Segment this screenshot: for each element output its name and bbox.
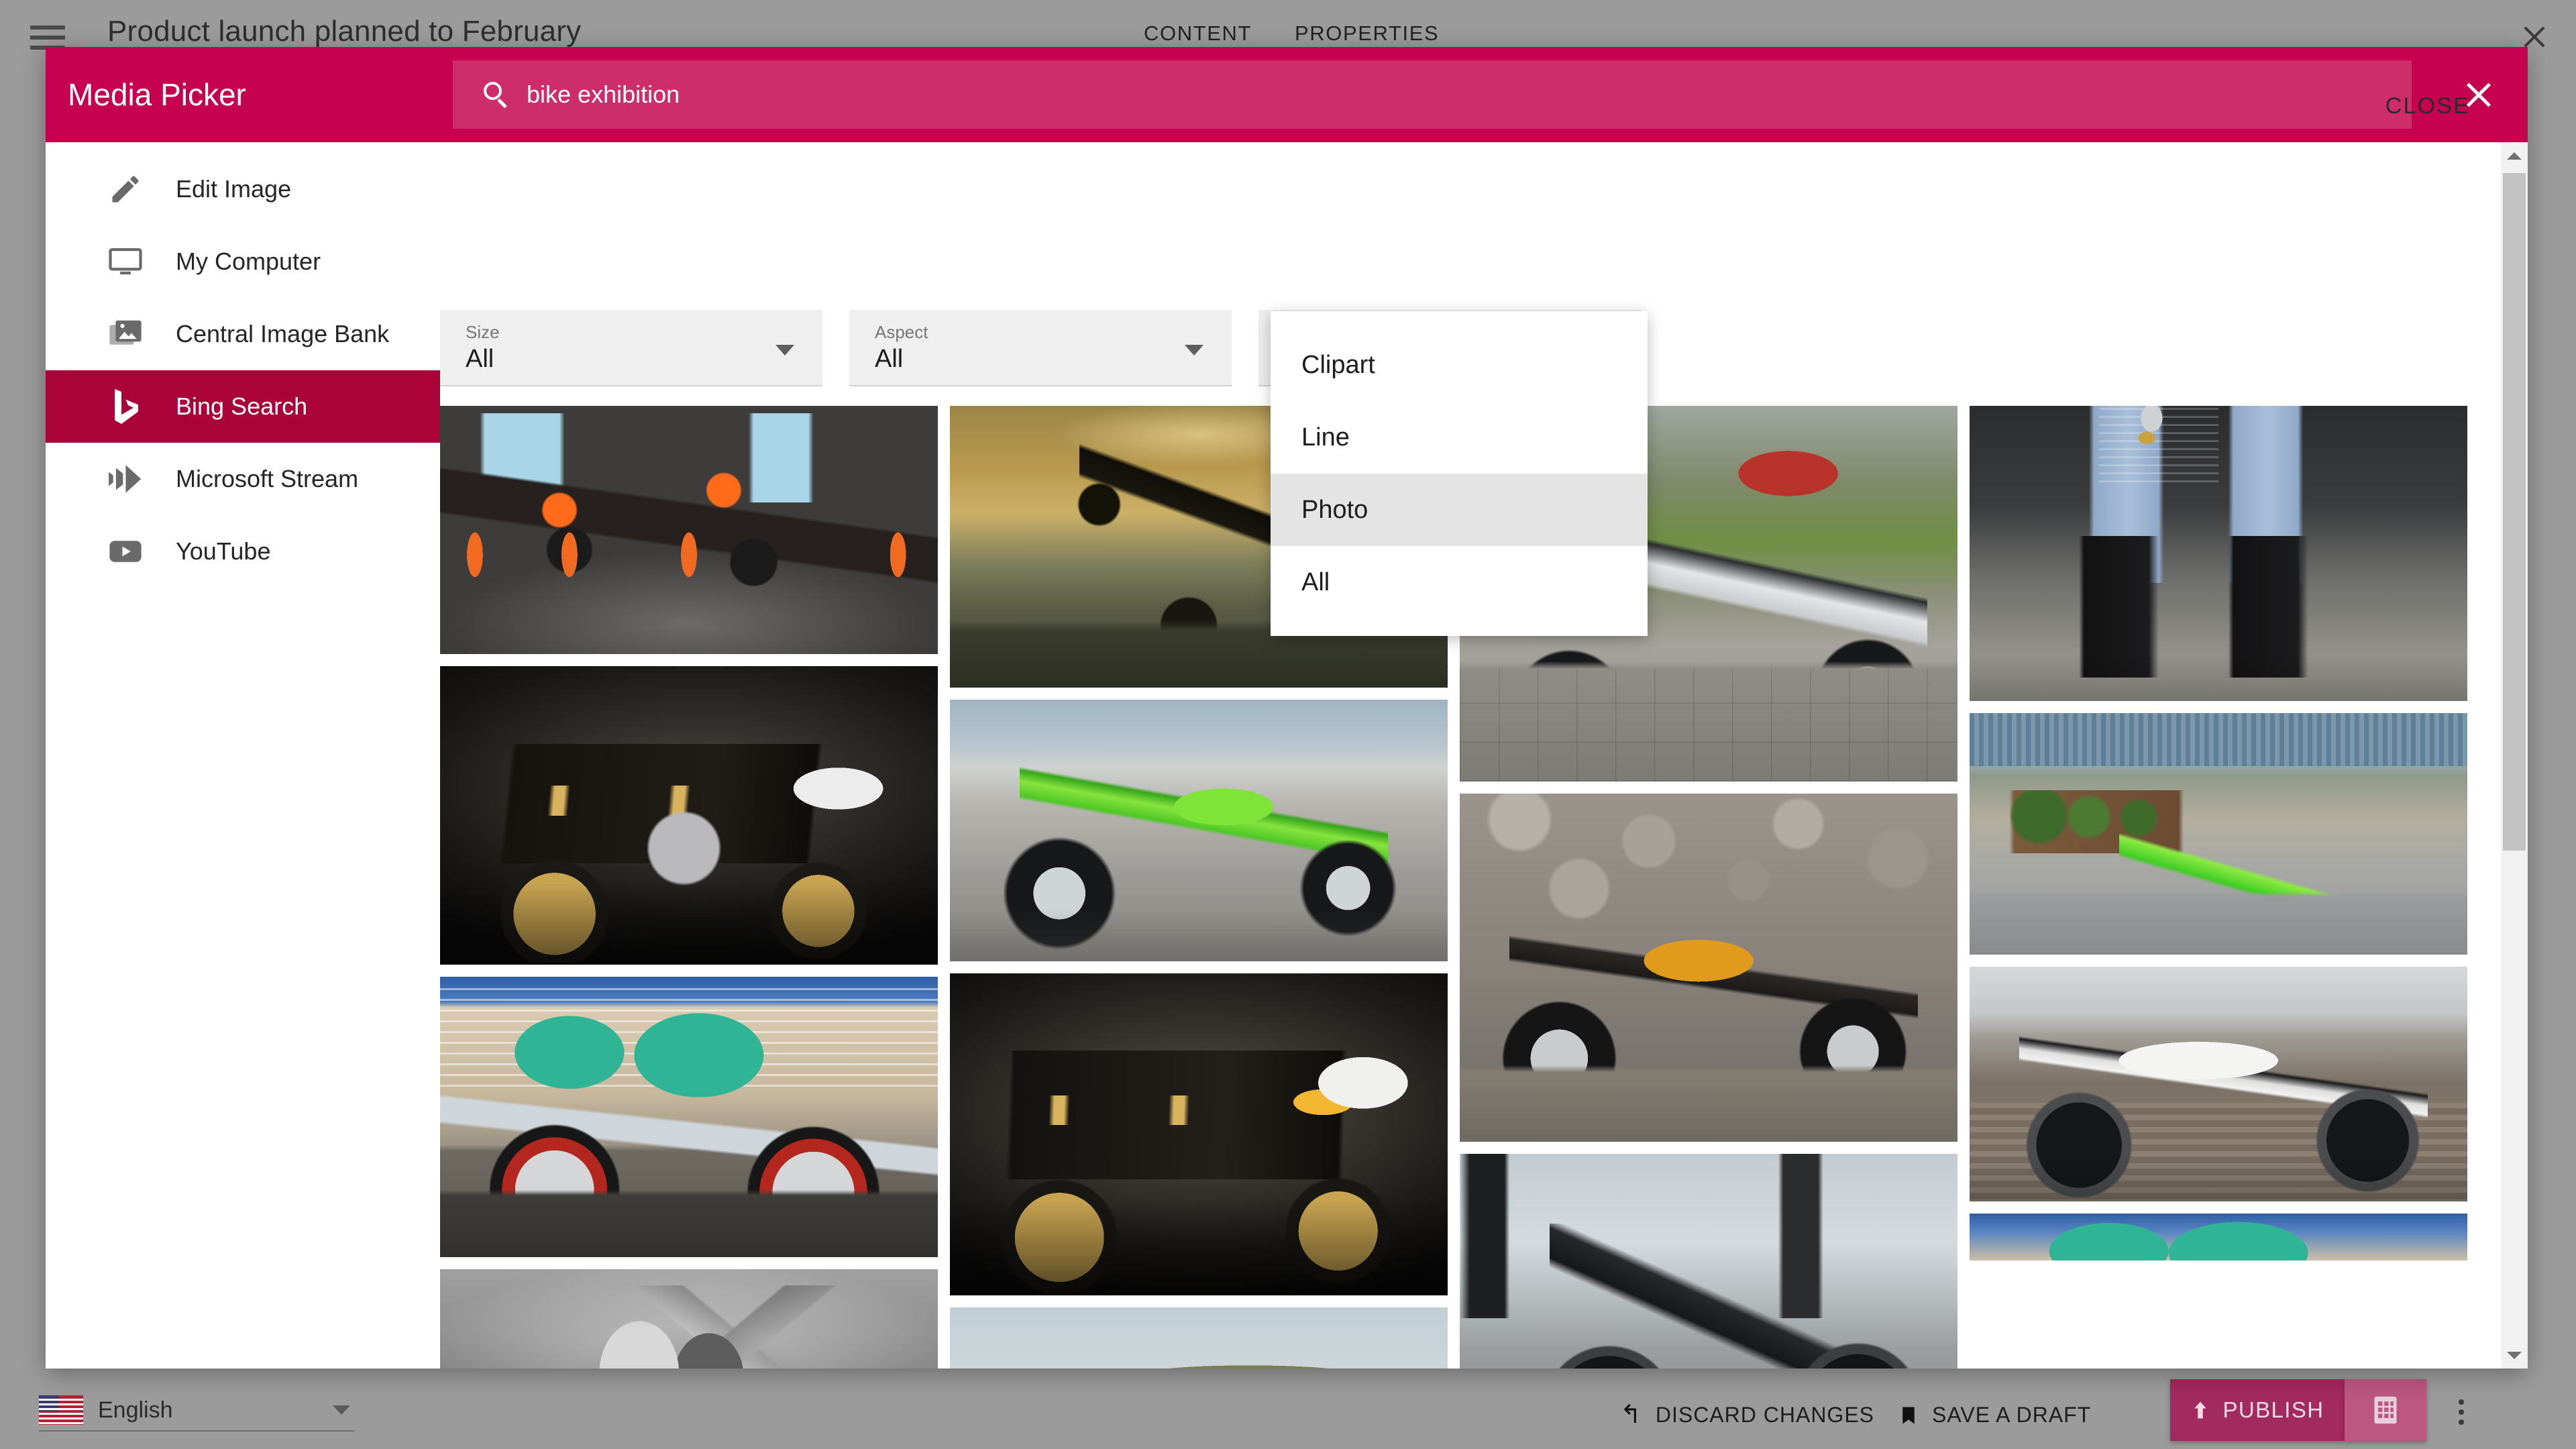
image-result-tile[interactable] [950, 700, 1448, 961]
image-result-tile[interactable] [1460, 1154, 1957, 1368]
document-title: Product launch planned to February [107, 15, 581, 48]
sidebar-item-edit-image[interactable]: Edit Image [46, 153, 440, 225]
app-bottom-bar: English ↰ DISCARD CHANGES SAVE A DRAFT P… [0, 1377, 2576, 1449]
bing-icon [106, 387, 145, 426]
monitor-icon [106, 242, 145, 281]
sidebar-item-label: Microsoft Stream [176, 465, 358, 493]
sidebar-item-microsoft-stream[interactable]: Microsoft Stream [46, 443, 440, 515]
filter-aspect-label: Aspect [875, 322, 928, 343]
image-result-tile[interactable] [440, 666, 938, 965]
chevron-down-icon[interactable] [333, 1405, 350, 1415]
publish-options-button[interactable] [2345, 1379, 2426, 1441]
scrollbar-thumb[interactable] [2503, 173, 2526, 851]
type-dropdown-menu: Clipart Line Photo All [1271, 311, 1648, 636]
chevron-down-icon[interactable] [2501, 1342, 2528, 1368]
grid-icon [2371, 1393, 2400, 1427]
dropdown-item-all[interactable]: All [1271, 546, 1648, 619]
more-vertical-icon[interactable] [2459, 1399, 2464, 1425]
hamburger-icon[interactable] [30, 25, 65, 50]
chevron-up-icon[interactable] [2501, 142, 2528, 169]
search-icon [484, 82, 509, 107]
sidebar-item-central-image-bank[interactable]: Central Image Bank [46, 298, 440, 370]
publish-button[interactable]: PUBLISH [2170, 1379, 2345, 1441]
search-input-value[interactable]: bike exhibition [527, 80, 680, 109]
youtube-icon [106, 532, 145, 571]
media-picker-dialog: Media Picker bike exhibition Edit Image [46, 47, 2528, 1368]
undo-arrow-icon: ↰ [1620, 1402, 1642, 1428]
filter-aspect-value: All [875, 345, 903, 374]
image-result-tile[interactable] [1970, 967, 2467, 1201]
sidebar-item-my-computer[interactable]: My Computer [46, 225, 440, 298]
close-icon[interactable] [2521, 23, 2548, 50]
chevron-down-icon[interactable] [775, 345, 794, 356]
results-scrollbar[interactable] [2501, 142, 2528, 1368]
image-result-tile[interactable] [440, 1269, 938, 1368]
filter-size-value: All [466, 345, 494, 374]
media-picker-title: Media Picker [68, 76, 246, 113]
search-results-area: Size All Aspect All Type All [440, 142, 2528, 1368]
sidebar-item-bing-search[interactable]: Bing Search [46, 370, 440, 443]
image-result-tile[interactable] [440, 977, 938, 1257]
publish-label: PUBLISH [2222, 1397, 2324, 1423]
stream-play-icon [106, 460, 145, 498]
dropdown-item-photo[interactable]: Photo [1271, 474, 1648, 546]
save-draft-button[interactable]: SAVE A DRAFT [1898, 1403, 2091, 1428]
tab-content[interactable]: CONTENT [1144, 21, 1252, 46]
image-result-tile[interactable] [950, 973, 1448, 1295]
dropdown-item-clipart[interactable]: Clipart [1271, 329, 1648, 401]
image-result-tile[interactable] [1970, 406, 2467, 701]
us-flag-icon [39, 1395, 83, 1425]
sidebar-item-label: Central Image Bank [176, 320, 389, 348]
filter-underline [440, 385, 822, 386]
search-field[interactable]: bike exhibition [453, 60, 2412, 129]
image-result-tile[interactable] [1460, 794, 1957, 1142]
sidebar-item-label: Edit Image [176, 175, 291, 203]
image-result-tile[interactable] [1970, 1214, 2467, 1260]
sidebar-item-label: YouTube [176, 537, 270, 566]
grid-column [1970, 406, 2467, 1368]
pencil-icon [106, 170, 145, 209]
image-result-tile[interactable] [950, 1307, 1448, 1368]
image-stack-icon [106, 315, 145, 354]
filter-size-label: Size [466, 322, 500, 343]
discard-changes-label: DISCARD CHANGES [1656, 1403, 1874, 1428]
dropdown-item-line[interactable]: Line [1271, 401, 1648, 474]
filter-size-select[interactable]: Size All [440, 310, 822, 386]
language-selector[interactable]: English [39, 1390, 354, 1432]
upload-arrow-icon [2190, 1398, 2210, 1422]
discard-changes-button[interactable]: ↰ DISCARD CHANGES [1620, 1402, 1874, 1428]
grid-column [440, 406, 938, 1368]
language-label: English [98, 1397, 318, 1424]
tab-properties[interactable]: PROPERTIES [1295, 21, 1439, 46]
media-picker-sidebar: Edit Image My Computer [46, 142, 440, 1368]
sidebar-item-youtube[interactable]: YouTube [46, 515, 440, 588]
chevron-down-icon[interactable] [1185, 345, 1203, 356]
filter-underline [849, 385, 1232, 386]
image-result-tile[interactable] [1970, 713, 2467, 955]
media-picker-header: Media Picker bike exhibition [46, 47, 2528, 142]
media-picker-body: Edit Image My Computer [46, 142, 2528, 1368]
picker-close-button[interactable]: CLOSE [2385, 93, 2470, 119]
sidebar-item-label: My Computer [176, 248, 321, 276]
save-draft-label: SAVE A DRAFT [1932, 1403, 2091, 1428]
sidebar-item-label: Bing Search [176, 392, 307, 421]
filter-aspect-select[interactable]: Aspect All [849, 310, 1232, 386]
save-icon [1898, 1403, 1919, 1428]
image-result-tile[interactable] [440, 406, 938, 654]
